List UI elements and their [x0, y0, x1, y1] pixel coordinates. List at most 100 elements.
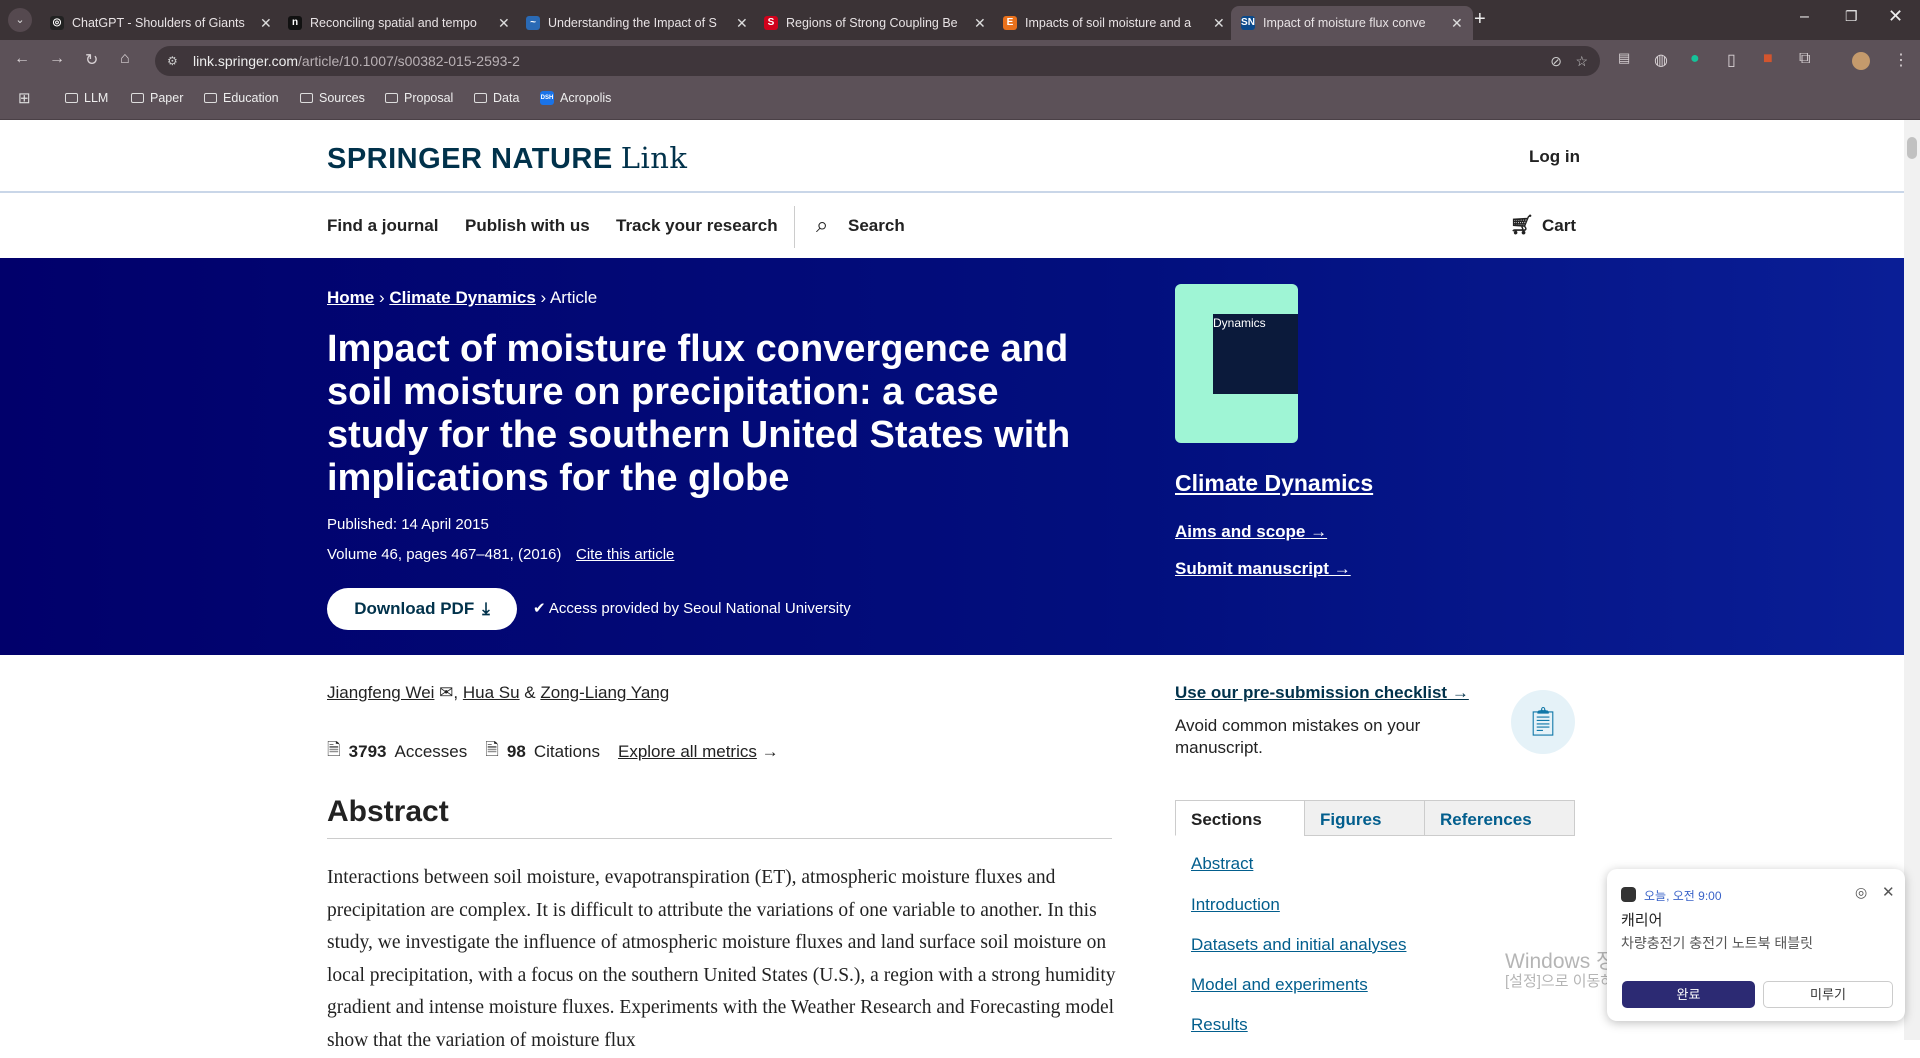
close-tab-icon[interactable]: ✕ — [498, 15, 510, 32]
close-tab-icon[interactable]: ✕ — [1451, 15, 1463, 32]
profile-avatar[interactable] — [1852, 52, 1870, 70]
settings-icon[interactable]: ◎ — [1855, 884, 1867, 901]
accesses-label: Accesses — [394, 741, 468, 761]
aims-label: Aims and scope — [1175, 522, 1306, 541]
explore-metrics-label: Explore all metrics — [617, 741, 757, 761]
cite-article-link[interactable]: Cite this article — [576, 546, 674, 563]
browser-tab[interactable]: SN Impact of moisture flux conve ✕ — [1231, 6, 1473, 40]
bookmark-label: Proposal — [404, 91, 454, 105]
reminder-notification: 오늘, 오전 9:00 ◎ ✕ 캐리어 차량충전기 충전기 노트북 태블릿 완료… — [1607, 869, 1905, 1021]
accesses-count: 3793 — [348, 741, 387, 761]
springer-link-logo[interactable]: SPRINGER NATURE Link — [327, 141, 688, 176]
bookmark-star-icon[interactable]: ☆ — [1575, 53, 1588, 70]
snooze-button[interactable]: 미루기 — [1763, 981, 1893, 1008]
submit-manuscript-link[interactable]: Submit manuscript → — [1175, 559, 1351, 579]
bookmark-item[interactable]: Paper — [131, 91, 183, 105]
extension-icon[interactable]: ▤ — [1618, 50, 1630, 66]
bookmark-label: Paper — [150, 91, 184, 105]
tab-favicon-icon: SN — [1241, 16, 1255, 30]
bookmark-item[interactable]: Data — [474, 91, 519, 105]
bookmark-item[interactable]: DSH Acropolis — [540, 91, 611, 105]
section-link[interactable]: Introduction — [1191, 895, 1280, 915]
login-link[interactable]: Log in — [1529, 147, 1580, 167]
tab-search-button[interactable]: ⌄ — [8, 8, 32, 32]
access-text: Access provided by Seoul National Univer… — [548, 600, 851, 617]
author-link[interactable]: Hua Su — [463, 683, 520, 702]
bookmark-item[interactable]: Proposal — [385, 91, 453, 105]
back-icon[interactable]: ← — [14, 50, 30, 68]
tab-title: Understanding the Impact of S — [548, 16, 717, 30]
download-icon: ⤓ — [482, 599, 490, 618]
author-link[interactable]: Jiangfeng Wei — [327, 683, 434, 702]
reload-icon[interactable]: ↻ — [85, 50, 98, 70]
translate-extension-icon[interactable]: ◍ — [1654, 50, 1668, 70]
breadcrumb-journal[interactable]: Climate Dynamics — [389, 288, 535, 307]
home-icon[interactable]: ⌂ — [120, 50, 130, 68]
grammarly-icon[interactable]: ● — [1690, 50, 1700, 68]
email-icon[interactable]: ✉ — [439, 683, 453, 702]
volume-info: Volume 46, pages 467–481, (2016) — [327, 546, 562, 563]
browser-tab[interactable]: ~ Understanding the Impact of S ✕ — [516, 6, 758, 40]
close-tab-icon[interactable]: ✕ — [974, 15, 986, 32]
nav-track-research[interactable]: Track your research — [616, 216, 778, 236]
aims-scope-link[interactable]: Aims and scope → — [1175, 522, 1327, 542]
restore-button[interactable]: ❐ — [1845, 8, 1858, 25]
app-icon — [1621, 887, 1636, 902]
browser-tab[interactable]: ◎ ChatGPT - Shoulders of Giants ✕ — [40, 6, 282, 40]
abstract-text: Interactions between soil moisture, evap… — [327, 867, 1116, 1051]
nav-search[interactable]: Search — [848, 216, 905, 236]
minimize-button[interactable]: – — [1800, 8, 1809, 26]
close-icon[interactable]: ✕ — [1882, 883, 1895, 901]
journal-title-link[interactable]: Climate Dynamics — [1175, 470, 1373, 497]
menu-dots-icon[interactable]: ⋮ — [1893, 50, 1909, 70]
bookmark-item[interactable]: Education — [204, 91, 279, 105]
url-host: link.springer.com — [193, 53, 299, 69]
tab-figures[interactable]: Figures — [1304, 800, 1425, 836]
done-button[interactable]: 완료 — [1622, 981, 1755, 1008]
citations-count: 98 — [506, 741, 526, 761]
apps-grid-icon[interactable]: ⊞ — [18, 89, 31, 107]
search-icon[interactable]: ⌕ — [816, 212, 828, 238]
section-link[interactable]: Results — [1191, 1015, 1248, 1035]
tab-sections[interactable]: Sections — [1175, 800, 1305, 836]
explore-metrics-link[interactable]: Explore all metrics → — [618, 742, 779, 762]
extensions-puzzle-icon[interactable]: ⧉ — [1799, 50, 1810, 68]
document-extension-icon[interactable]: ▯ — [1727, 50, 1736, 70]
section-link[interactable]: Abstract — [1191, 854, 1253, 874]
address-bar[interactable]: ⚙ link.springer.com/article/10.1007/s003… — [155, 46, 1600, 76]
close-window-button[interactable]: ✕ — [1888, 6, 1903, 27]
pdf-extension-icon[interactable]: ■ — [1763, 50, 1773, 68]
logo-text: SPRINGER NATURE — [327, 143, 613, 175]
browser-tab[interactable]: n Reconciling spatial and tempo ✕ — [278, 6, 520, 40]
bookmark-item[interactable]: Sources — [300, 91, 365, 105]
nav-publish[interactable]: Publish with us — [465, 216, 590, 236]
close-tab-icon[interactable]: ✕ — [260, 15, 272, 32]
forward-icon[interactable]: → — [49, 50, 65, 68]
main-nav — [0, 195, 1904, 258]
nav-cart[interactable]: Cart — [1542, 216, 1576, 236]
eye-off-icon[interactable]: ⊘ — [1550, 53, 1562, 70]
journal-cover-image[interactable]: Dynamics — [1175, 284, 1298, 443]
section-link[interactable]: Model and experiments — [1191, 975, 1368, 995]
cart-icon[interactable]: 🛒︎ — [1510, 213, 1534, 237]
site-info-icon[interactable]: ⚙ — [167, 54, 178, 68]
close-tab-icon[interactable]: ✕ — [736, 15, 748, 32]
site-header — [0, 120, 1904, 193]
browser-tab[interactable]: E Impacts of soil moisture and a ✕ — [993, 6, 1235, 40]
checklist-link[interactable]: Use our pre-submission checklist → — [1175, 683, 1469, 703]
accesses-icon: 🗎︎ — [327, 740, 341, 759]
nav-find-journal[interactable]: Find a journal — [327, 216, 438, 236]
close-tab-icon[interactable]: ✕ — [1213, 15, 1225, 32]
bookmark-item[interactable]: LLM — [65, 91, 108, 105]
download-pdf-button[interactable]: Download PDF ⤓ — [327, 588, 517, 630]
breadcrumb-home[interactable]: Home — [327, 288, 374, 307]
browser-tab[interactable]: S Regions of Strong Coupling Be ✕ — [754, 6, 996, 40]
author-link[interactable]: Zong-Liang Yang — [540, 683, 669, 702]
scrollbar[interactable] — [1904, 120, 1920, 1040]
section-link[interactable]: Datasets and initial analyses — [1191, 935, 1406, 955]
tab-title: Regions of Strong Coupling Be — [786, 16, 958, 30]
folder-icon — [65, 93, 78, 103]
scrollbar-thumb[interactable] — [1907, 137, 1917, 159]
new-tab-button[interactable]: + — [1474, 8, 1486, 31]
tab-references[interactable]: References — [1424, 800, 1575, 836]
